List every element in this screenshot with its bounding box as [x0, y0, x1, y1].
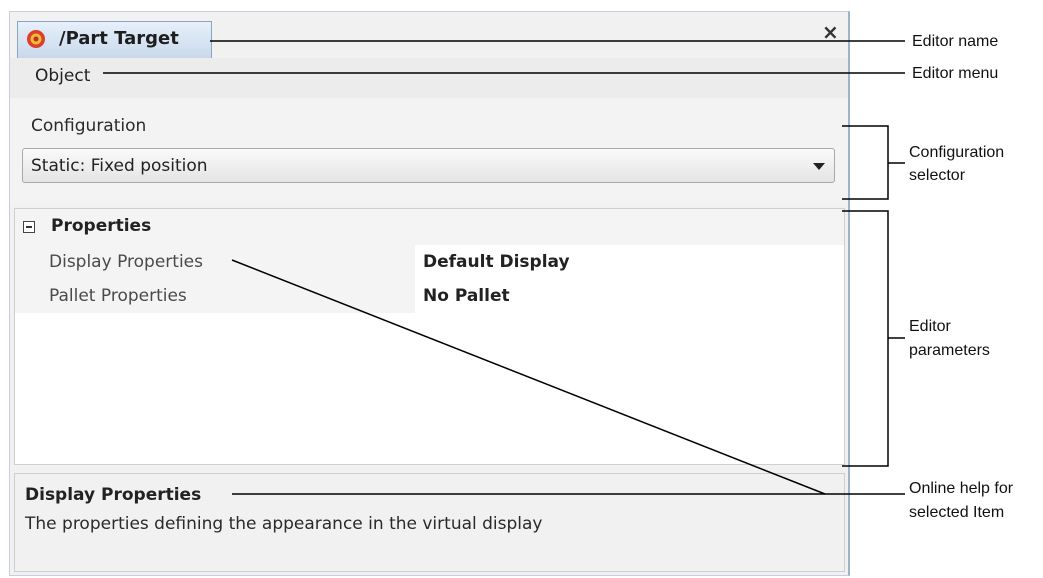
- callout-configuration-line2: selector: [909, 167, 966, 184]
- editor-tab[interactable]: /Part Target: [17, 21, 212, 58]
- menu-item-object[interactable]: Object: [35, 66, 90, 86]
- editor-window: /Part Target × Object Configuration Stat…: [9, 11, 850, 576]
- collapse-icon[interactable]: [23, 221, 35, 233]
- properties-grid: Properties Display Properties Default Di…: [14, 208, 845, 465]
- property-value[interactable]: No Pallet: [423, 286, 510, 306]
- row-gutter: [15, 279, 41, 313]
- property-name: Pallet Properties: [49, 286, 187, 306]
- configuration-panel: Configuration Static: Fixed position: [10, 98, 848, 203]
- editor-tab-strip: /Part Target ×: [10, 12, 848, 58]
- properties-group-title: Properties: [51, 216, 152, 236]
- property-value[interactable]: Default Display: [423, 252, 570, 272]
- close-icon[interactable]: ×: [822, 22, 839, 42]
- online-help-panel: Display Properties The properties defini…: [14, 473, 845, 572]
- help-text: The properties defining the appearance i…: [25, 514, 543, 534]
- callout-editor-name: Editor name: [912, 33, 999, 50]
- part-target-icon: [27, 30, 45, 48]
- callout-parameters-line1: Editor: [909, 318, 951, 335]
- callout-online-help-line1: Online help for: [909, 480, 1014, 497]
- property-row-pallet[interactable]: Pallet Properties No Pallet: [15, 279, 844, 313]
- property-row-display[interactable]: Display Properties Default Display: [15, 245, 844, 279]
- configuration-selected-value: Static: Fixed position: [31, 156, 208, 176]
- callout-parameters-line2: parameters: [909, 342, 990, 359]
- configuration-selector[interactable]: Static: Fixed position: [22, 148, 835, 183]
- properties-group-header[interactable]: Properties: [15, 209, 844, 245]
- property-name: Display Properties: [49, 252, 203, 272]
- editor-menu-bar: Object: [10, 58, 848, 98]
- callout-online-help-line2: selected Item: [909, 504, 1005, 521]
- row-gutter: [15, 245, 41, 279]
- editor-tab-title: /Part Target: [59, 28, 179, 49]
- callout-editor-menu: Editor menu: [912, 65, 999, 82]
- configuration-label: Configuration: [31, 116, 147, 136]
- diagram-canvas: /Part Target × Object Configuration Stat…: [0, 0, 1043, 578]
- chevron-down-icon: [813, 163, 825, 170]
- help-title: Display Properties: [25, 485, 202, 505]
- callout-configuration-line1: Configuration: [909, 144, 1005, 161]
